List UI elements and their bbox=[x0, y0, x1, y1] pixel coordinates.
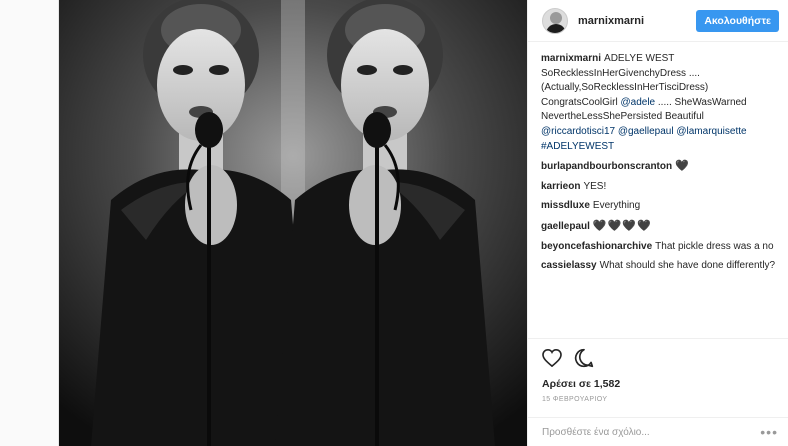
comment-username[interactable]: beyoncefashionarchive bbox=[541, 241, 652, 252]
comment-item: cassielassy What should she have done dif… bbox=[541, 259, 779, 274]
comment-username[interactable]: karrieon bbox=[541, 181, 580, 192]
comment-username[interactable]: burlapandbourbonscranton bbox=[541, 161, 672, 172]
post-date[interactable]: 15 ΦΕΒΡΟΥΑΡΙΟΥ bbox=[542, 396, 776, 403]
mention-link[interactable]: @gaellepaul bbox=[618, 126, 674, 137]
comment-username[interactable]: gaellepaul bbox=[541, 221, 590, 232]
comment-input[interactable] bbox=[542, 426, 761, 438]
post-author-username[interactable]: marnixmarni bbox=[578, 15, 696, 27]
comment-item: gaellepaul 🖤🖤🖤🖤 bbox=[541, 219, 779, 235]
add-comment-bar: ••• bbox=[528, 417, 788, 446]
post-image-artwork bbox=[59, 0, 527, 446]
comment-text: YES! bbox=[583, 180, 607, 192]
comment-username[interactable]: missdluxe bbox=[541, 200, 590, 211]
mention-link[interactable]: #ADELYEWEST bbox=[541, 141, 614, 152]
comment-item: burlapandbourbonscranton 🖤 bbox=[541, 159, 779, 175]
black-heart-emoji: 🖤🖤🖤🖤 bbox=[592, 219, 652, 232]
post-image[interactable] bbox=[59, 0, 527, 446]
likes-count[interactable]: Αρέσει σε 1,582 bbox=[542, 378, 776, 390]
post-header: marnixmarni Ακολουθήστε bbox=[528, 0, 788, 42]
post-caption: marnixmarni ADELYE WEST SoRecklessInHerGi… bbox=[541, 52, 779, 154]
black-heart-emoji: 🖤 bbox=[675, 160, 690, 173]
comment-item: missdluxe Everything bbox=[541, 199, 779, 214]
comment-username[interactable]: marnixmarni bbox=[541, 53, 601, 64]
heart-icon[interactable] bbox=[542, 348, 562, 372]
mention-link[interactable]: @riccardotisci17 bbox=[541, 126, 615, 137]
comment-item: karrieon YES! bbox=[541, 180, 779, 195]
mention-link[interactable]: @lamarquisette bbox=[676, 126, 746, 137]
comment-text: That pickle dress was a no bbox=[655, 240, 774, 252]
comment-username[interactable]: cassielassy bbox=[541, 260, 597, 271]
comment-icon[interactable] bbox=[574, 348, 594, 373]
follow-button[interactable]: Ακολουθήστε bbox=[696, 9, 779, 32]
more-options-icon[interactable]: ••• bbox=[760, 424, 778, 440]
comments-list: marnixmarni ADELYE WEST SoRecklessInHerGi… bbox=[541, 52, 779, 334]
comment-text: Everything bbox=[592, 200, 641, 212]
comment-text: What should she have done differently? bbox=[599, 260, 776, 272]
avatar[interactable] bbox=[542, 7, 568, 34]
post-sidebar: marnixmarni Ακολουθήστε marnixmarni ADELY… bbox=[527, 0, 788, 446]
post-container: marnixmarni Ακολουθήστε marnixmarni ADELY… bbox=[58, 0, 788, 446]
comment-item: beyoncefashionarchive That pickle dress w… bbox=[541, 240, 779, 255]
post-actions: Αρέσει σε 1,582 15 ΦΕΒΡΟΥΑΡΙΟΥ bbox=[528, 338, 788, 403]
mention-link[interactable]: @adele bbox=[620, 97, 655, 108]
